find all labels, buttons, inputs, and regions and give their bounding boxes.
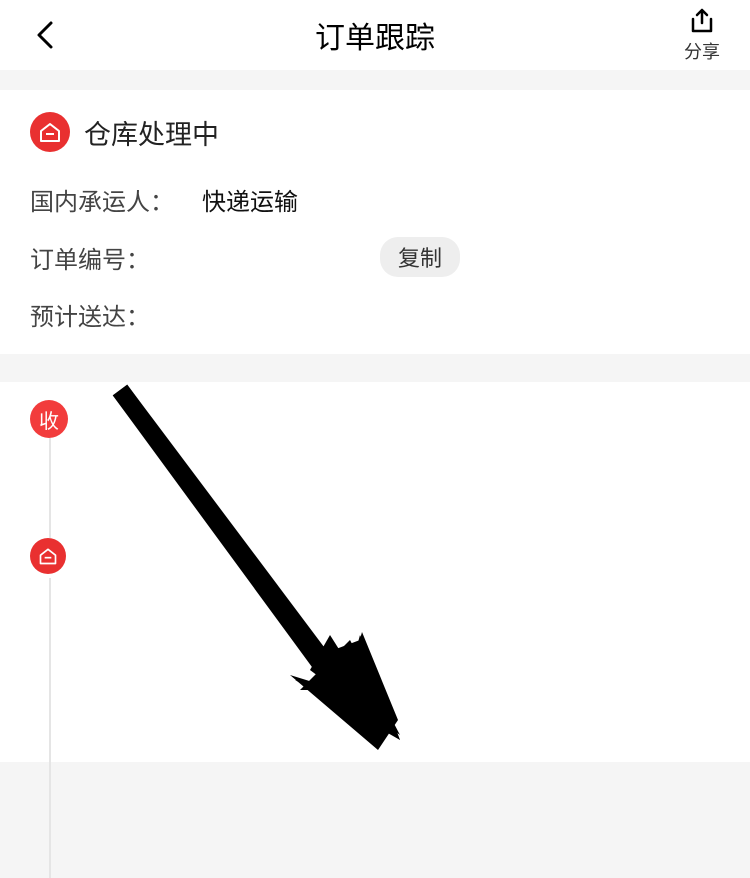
- status-text: 仓库处理中: [84, 113, 219, 152]
- warehouse-icon: [38, 546, 58, 566]
- page-title: 订单跟踪: [315, 13, 435, 57]
- carrier-value: 快递运输: [202, 182, 298, 217]
- copy-button[interactable]: 复制: [380, 237, 460, 277]
- status-row: 仓库处理中: [30, 112, 720, 152]
- order-number-row: 订单编号： 复制: [30, 237, 720, 277]
- received-badge: 收: [30, 400, 68, 438]
- warehouse-icon: [30, 112, 70, 152]
- timeline-connector: [49, 438, 51, 538]
- carrier-row: 国内承运人： 快递运输: [30, 182, 720, 217]
- order-summary-card: 仓库处理中 国内承运人： 快递运输 订单编号： 复制 预计送达：: [0, 90, 750, 354]
- back-button[interactable]: [30, 20, 60, 50]
- carrier-label: 国内承运人：: [30, 182, 174, 217]
- timeline-connector: [49, 578, 51, 878]
- timeline-section: 收: [0, 382, 750, 762]
- share-label: 分享: [684, 38, 720, 64]
- warehouse-badge: [30, 538, 66, 574]
- timeline-node-warehouse: [30, 538, 720, 574]
- timeline-node-received: 收: [30, 400, 720, 438]
- eta-label: 预计送达：: [30, 304, 150, 331]
- received-badge-text: 收: [39, 405, 59, 434]
- chevron-left-icon: [36, 20, 54, 50]
- share-button[interactable]: 分享: [684, 6, 720, 64]
- share-icon: [687, 6, 717, 36]
- eta-row: 预计送达：: [30, 297, 720, 332]
- order-number-label: 订单编号：: [30, 240, 150, 275]
